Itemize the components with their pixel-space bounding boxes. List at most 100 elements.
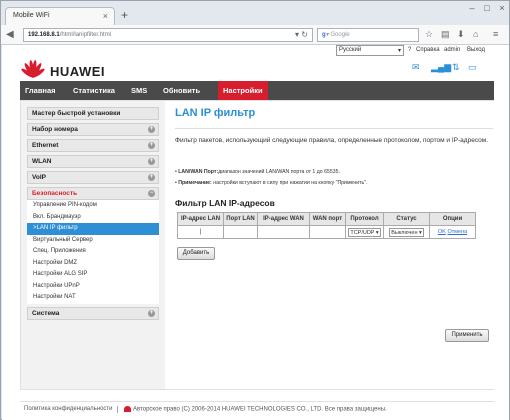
sidebar-item-voip[interactable]: VoIP + [27,171,159,184]
close-window-icon[interactable]: × [495,3,509,13]
page-description: Фильтр пакетов, использующий следующие п… [175,137,489,144]
cancel-link[interactable]: Отмена [447,229,467,235]
sidebar-sub-alg-sip[interactable]: Настройки ALG SIP [27,269,159,281]
sidebar-sub-firewall[interactable]: Вкл. Брандмауэр [27,212,159,224]
wan-port-input[interactable] [309,225,346,239]
main-navigation: Главная Статистика SMS Обновить Настройк… [20,81,494,100]
sidebar-sub-nat[interactable]: Настройки NAT [27,292,159,304]
sidebar-sub-dmz[interactable]: Настройки DMZ [27,258,159,270]
note-apply: • Примечание: настройки вступают в силу … [175,180,368,186]
nav-sms[interactable]: SMS [126,81,152,100]
sidebar-sub-virtual-server[interactable]: Виртуальный Сервер [27,235,159,247]
table-row: | TCP/UDP ▾ Выключен ▾ OK Отмена [177,225,476,239]
note-port-range: • LAN/WAN Порт:диапазон значений LAN/WAN… [175,169,340,175]
sidebar-item-label: Система [32,309,60,317]
sidebar-item-ethernet[interactable]: Ethernet + [27,139,159,152]
web-page: Русский ▾ ? Справка admin Выход HUAWEI ✉ … [2,45,509,420]
page-title: LAN IP фильтр [175,107,256,119]
download-icon[interactable]: ⬇ [457,29,465,40]
help-icon[interactable]: ? [408,47,411,53]
sidebar-item-label: Мастер быстрой установки [32,110,121,117]
sidebar-item-label: Ethernet [32,142,59,149]
reload-icon[interactable]: ▾ ↻ [295,30,308,39]
new-tab-icon[interactable]: + [121,8,128,22]
nav-statistics[interactable]: Статистика [68,81,120,100]
language-value: Русский [339,47,362,53]
sidebar-item-security[interactable]: Безопасность − [27,187,159,200]
language-select[interactable]: Русский ▾ [336,45,404,56]
sidebar-item-wlan[interactable]: WLAN + [27,155,159,168]
star-icon[interactable]: ☆ [425,29,433,40]
footer-divider [117,406,118,413]
copyright: Авторское право (C) 2006-2014 HUAWEI TEC… [124,406,387,413]
logout-link[interactable]: Выход [467,47,485,53]
wan-ip-input[interactable] [257,225,310,239]
sidebar-item-label: Безопасность [32,190,78,197]
maximize-icon[interactable]: □ [480,3,494,13]
col-protocol: Протокол [345,212,384,226]
brand-name: HUAWEI [50,64,105,79]
col-wan-ip: IP-адрес WAN [257,212,310,226]
nav-update[interactable]: Обновить [158,81,205,100]
browser-window: Mobile WiFi × + – □ × ◀ 192.168.8.1/html… [0,0,510,420]
privacy-link[interactable]: Политика конфиденциальности [24,406,113,412]
address-bar[interactable]: 192.168.8.1/html/lanipfilter.html ▾ ↻ [23,28,313,42]
chevron-down-icon: ▾ [397,48,401,54]
section-title: Фильтр LAN IP-адресов [175,198,275,208]
sidebar-item-system[interactable]: Система + [27,306,159,320]
nav-settings[interactable]: Настройки [218,81,268,100]
help-link[interactable]: Справка [416,47,440,53]
copyright-text: Авторское право (C) 2006-2014 HUAWEI TEC… [133,406,387,413]
lan-ip-input[interactable]: | [177,225,224,239]
status-cell: Выключен ▾ [383,225,430,239]
clipboard-icon[interactable]: ▤ [441,29,450,40]
status-select[interactable]: Выключен ▾ [389,227,424,237]
google-icon: g [322,32,326,38]
back-icon[interactable]: ◀ [6,29,20,41]
lan-port-input[interactable] [223,225,258,239]
url-path: /html/lanipfilter.html [59,32,112,38]
url-host: 192.168.8.1 [28,32,60,38]
add-button[interactable]: Добавить [177,247,215,260]
expand-icon[interactable]: + [148,174,155,181]
protocol-select[interactable]: TCP/UDP ▾ [348,227,381,237]
expand-icon[interactable]: + [148,142,155,149]
apply-button[interactable]: Применить [445,329,489,342]
title-bar: Mobile WiFi × + – □ × [1,1,509,25]
footer: Политика конфиденциальности Авторское пр… [20,401,494,415]
nav-home[interactable]: Главная [20,81,61,100]
sidebar-item-quick-setup[interactable]: Мастер быстрой установки [27,107,159,120]
protocol-cell: TCP/UDP ▾ [345,225,384,239]
col-options: Опции [429,212,476,226]
note-label: LAN/WAN Порт: [178,169,219,175]
ok-link[interactable]: OK [438,229,446,235]
collapse-icon[interactable]: − [148,190,155,197]
col-status: Статус [383,212,430,226]
expand-icon[interactable]: + [148,309,155,317]
huawei-mini-logo-icon [124,406,131,412]
minimize-icon[interactable]: – [465,3,479,13]
data-transfer-icon: ⇅ [452,62,460,72]
home-icon[interactable]: ⌂ [473,29,478,39]
sidebar-sub-pin[interactable]: Управление PIN-кодом [27,200,159,212]
wifi-device-icon: ▭ [468,62,477,72]
browser-tab[interactable]: Mobile WiFi × [5,7,115,25]
expand-icon[interactable]: + [148,158,155,165]
sidebar: Мастер быстрой установки Набор номера + E… [27,107,159,323]
mail-icon[interactable]: ✉ [412,62,420,73]
options-cell: OK Отмена [429,225,476,239]
sidebar-sub-special-apps[interactable]: Спец. Приложения [27,246,159,258]
sidebar-sub-lan-ip-filter[interactable]: >LAN IP фильтр [27,223,159,235]
sidebar-sub-upnp[interactable]: Настройки UPnP [27,281,159,293]
sidebar-item-dialup[interactable]: Набор номера + [27,123,159,136]
close-tab-icon[interactable]: × [103,11,108,21]
security-submenu: Управление PIN-кодом Вкл. Брандмауэр >LA… [27,200,159,304]
huawei-logo-icon [21,60,45,78]
navigation-bar: ◀ 192.168.8.1/html/lanipfilter.html ▾ ↻ … [1,25,509,45]
expand-icon[interactable]: + [148,126,155,133]
col-wan-port: WAN порт [309,212,346,226]
note-text: диапазон значений LAN/WAN порта от 1 до … [218,169,340,175]
menu-icon[interactable]: ≡ [493,29,498,39]
search-input[interactable]: g▾ Google [317,28,419,42]
divider [175,128,493,129]
